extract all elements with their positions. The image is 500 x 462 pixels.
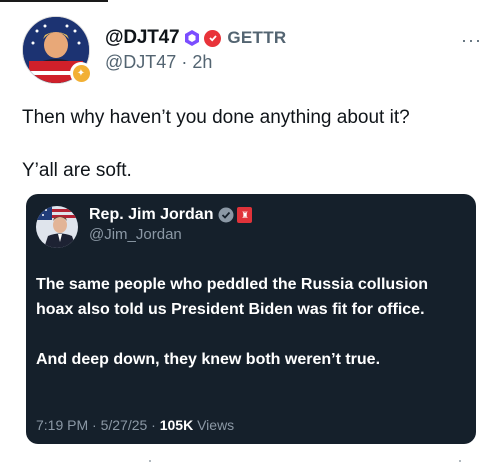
- author-display-name[interactable]: @DJT47: [105, 27, 180, 49]
- quoted-paragraph-1: The same people who peddled the Russia c…: [36, 276, 429, 318]
- quoted-author-row: Rep. Jim Jordan ♜: [89, 206, 253, 224]
- top-divider: [0, 0, 108, 2]
- more-options-icon[interactable]: ···: [461, 30, 482, 51]
- author-row: @DJT47 GETTR: [105, 26, 286, 50]
- author-meta: @DJT47 · 2h: [105, 52, 212, 73]
- meta-separator: ·: [181, 52, 188, 72]
- quoted-views-label: Views: [197, 417, 235, 433]
- quoted-author-name[interactable]: Rep. Jim Jordan: [89, 206, 213, 224]
- hexagon-badge-icon: [185, 30, 200, 46]
- platform-label: GETTR: [227, 28, 287, 47]
- post-text-line-1: Then why haven’t you done anything about…: [22, 107, 410, 128]
- quoted-author-avatar[interactable]: [36, 206, 78, 248]
- quoted-post-card[interactable]: Rep. Jim Jordan ♜ @Jim_Jordan The same p…: [26, 194, 476, 444]
- quoted-paragraph-2: And deep down, they knew both weren’t tr…: [36, 351, 381, 368]
- affiliate-flag-icon: ♜: [237, 207, 253, 223]
- avatar-badge-icon: ✦: [70, 62, 92, 84]
- quoted-author-handle[interactable]: @Jim_Jordan: [89, 226, 182, 243]
- verified-icon: [218, 207, 234, 223]
- quoted-post-body: The same people who peddled the Russia c…: [36, 272, 466, 372]
- post-text-line-2: Y’all are soft.: [22, 160, 132, 181]
- quoted-post-footer: 7:19 PM · 5/27/25 · 105K Views: [36, 417, 234, 433]
- red-check-badge-icon: [204, 29, 222, 47]
- quoted-views-count: 105K: [159, 417, 194, 433]
- author-avatar[interactable]: ✦: [22, 16, 92, 84]
- author-handle[interactable]: @DJT47: [105, 52, 176, 72]
- quoted-timestamp: 7:19 PM · 5/27/25 ·: [36, 417, 156, 433]
- cropped-next-content: [149, 460, 461, 462]
- post-time[interactable]: 2h: [192, 52, 212, 72]
